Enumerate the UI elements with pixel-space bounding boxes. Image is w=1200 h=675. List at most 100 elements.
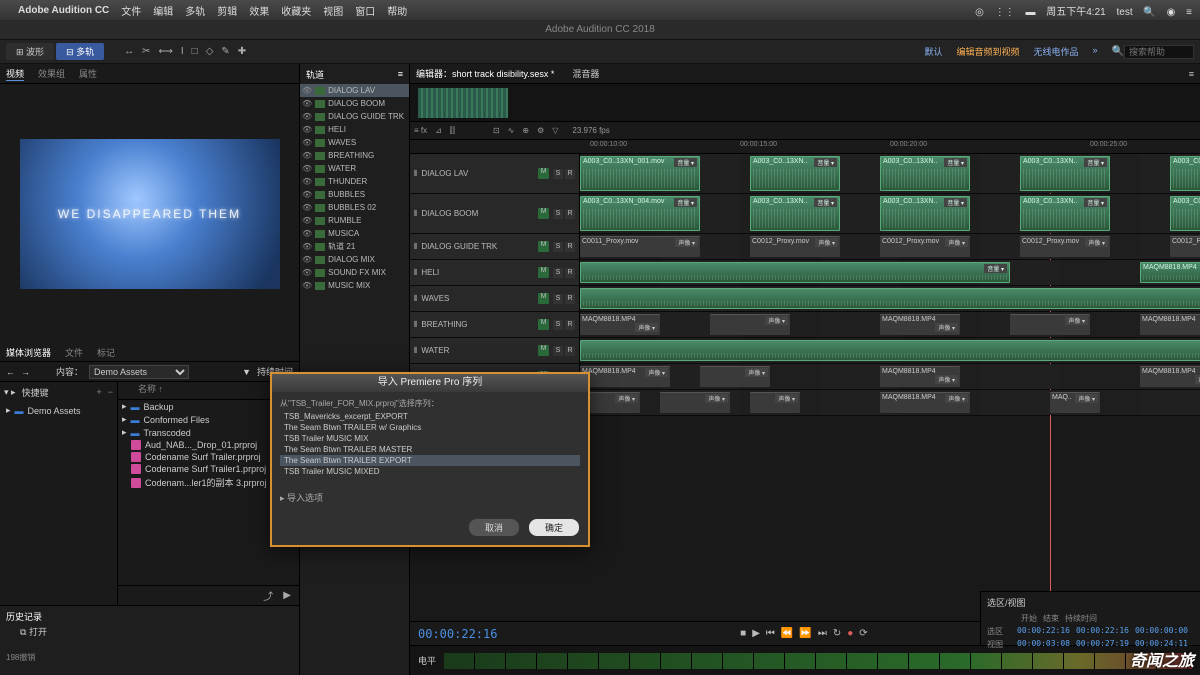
menu-edit[interactable]: 编辑 <box>153 3 173 18</box>
track-row[interactable]: 👁 HELI <box>300 123 409 136</box>
siri-icon[interactable]: ◉ <box>1167 7 1176 18</box>
tool-heal[interactable]: ✚ <box>238 46 246 57</box>
workspace-more[interactable]: » <box>1093 45 1098 58</box>
send-icon[interactable]: ⊿ <box>435 126 442 135</box>
eq-icon[interactable]: ⫿⫿ <box>450 126 455 136</box>
tool-time[interactable]: I <box>181 46 184 57</box>
track-header[interactable]: ⫴BREATHINGMSR <box>410 312 580 337</box>
clip[interactable]: C0012_Proxy.mov声像 ▾ <box>880 236 970 257</box>
track-row[interactable]: 👁 BREATHING <box>300 149 409 162</box>
rewind-button[interactable]: ⏪ <box>781 628 793 639</box>
link-icon[interactable]: ∿ <box>508 126 515 135</box>
track-lane[interactable]: A003_C0..13XN_004.mov音量 ▾ A003_C0..13XN..… <box>580 194 1200 233</box>
filter-icon[interactable]: ▼ <box>242 367 251 377</box>
track-header[interactable]: ⫴HELIMSR <box>410 260 580 285</box>
remove-shortcut-icon[interactable]: − <box>108 387 113 397</box>
clip[interactable]: MAQM8818.MP4声像 ▾ <box>880 392 970 413</box>
mixer-tab[interactable]: 混音器 <box>572 67 599 80</box>
track-lane[interactable]: A003_C0..13XN_001.mov音量 ▾ A003_C0..13XN..… <box>580 154 1200 193</box>
clip[interactable]: MAQ..声像 ▾ <box>1050 392 1100 413</box>
history-item[interactable]: ⧉ 打开 <box>6 623 293 640</box>
panel-menu-icon[interactable]: ≡ <box>1189 69 1194 79</box>
clip[interactable]: 声像 ▾ <box>710 314 790 335</box>
sequence-item[interactable]: The Seam Btwn TRAILER MASTER <box>280 444 580 455</box>
menu-favorites[interactable]: 收藏夹 <box>281 3 311 18</box>
tab-markers[interactable]: 标记 <box>97 346 115 359</box>
workspace-default[interactable]: 默认 <box>924 45 942 58</box>
track-row[interactable]: 👁 MUSICA <box>300 227 409 240</box>
menu-multitrack[interactable]: 多轨 <box>185 3 205 18</box>
clip[interactable]: 声像 ▾ <box>1010 314 1090 335</box>
track-row[interactable]: 👁 MUSIC MIX <box>300 279 409 292</box>
track-row[interactable]: 👁 DIALOG GUIDE TRK <box>300 110 409 123</box>
track-lane[interactable]: 音量 ▾ <box>580 286 1200 311</box>
tab-files[interactable]: 文件 <box>65 346 83 359</box>
cancel-button[interactable]: 取消 <box>468 518 520 537</box>
user[interactable]: test <box>1117 7 1133 18</box>
track-header[interactable]: ⫴DIALOG BOOMMSR <box>410 194 580 233</box>
fx-icon[interactable]: ≡ fx <box>414 126 427 135</box>
menu-effects[interactable]: 效果 <box>249 3 269 18</box>
content-select[interactable]: Demo Assets <box>89 365 189 379</box>
clip[interactable]: MAQM8818.MP4声像 ▾ <box>1140 314 1200 335</box>
cc-icon[interactable]: ◎ <box>975 7 984 18</box>
track-lane[interactable]: 音量 ▾ <box>580 338 1200 363</box>
clip[interactable]: MAQM8818.MP4声像 ▾ <box>1140 366 1200 387</box>
clip[interactable]: A003_C0..13XN..音量 ▾ <box>1170 156 1200 191</box>
nav-fwd[interactable]: → <box>21 367 30 377</box>
next-button[interactable]: ⏭ <box>818 628 827 639</box>
track-row[interactable]: 👁 SOUND FX MIX <box>300 266 409 279</box>
track-row[interactable]: 👁 THUNDER <box>300 175 409 188</box>
track-header[interactable]: ⫴WAVESMSR <box>410 286 580 311</box>
clip[interactable]: A003_C0..13XN..音量 ▾ <box>1170 196 1200 231</box>
snap-icon[interactable]: ⊡ <box>493 126 500 135</box>
menu-clip[interactable]: 剪辑 <box>217 3 237 18</box>
panel-tab-video[interactable]: 视频 <box>6 67 24 81</box>
menu-help[interactable]: 帮助 <box>387 3 407 18</box>
add-shortcut-icon[interactable]: + <box>96 387 101 397</box>
track-header[interactable]: ⫴DIALOG GUIDE TRKMSR <box>410 234 580 259</box>
panel-tab-fx[interactable]: 效果组 <box>38 67 65 80</box>
menu-window[interactable]: 窗口 <box>355 3 375 18</box>
track-header[interactable]: ⫴WATERMSR <box>410 338 580 363</box>
clip[interactable]: 音量 ▾ <box>580 340 1200 361</box>
time-ruler[interactable]: 00:00:10:00 00:00:15:00 00:00:20:00 00:0… <box>410 140 1200 154</box>
tracks-menu-icon[interactable]: ≡ <box>398 69 403 79</box>
clip[interactable]: A003_C0..13XN_001.mov音量 ▾ <box>580 156 700 191</box>
sequence-item[interactable]: TSB Trailer MUSIC MIX <box>280 433 580 444</box>
clip[interactable]: A003_C0..13XN..音量 ▾ <box>1020 156 1110 191</box>
menu-file[interactable]: 文件 <box>121 3 141 18</box>
clip[interactable]: A003_C0..13XN..音量 ▾ <box>1020 196 1110 231</box>
cog-icon[interactable]: ⚙ <box>537 126 544 135</box>
clip[interactable]: 声像 ▾ <box>700 366 770 387</box>
zoom-icon[interactable]: ⊕ <box>522 126 529 135</box>
track-row[interactable]: 👁 BUBBLES <box>300 188 409 201</box>
import-options[interactable]: ▸ 导入选项 <box>280 491 580 504</box>
history-tab[interactable]: 历史记录 <box>6 610 293 623</box>
play-button[interactable]: ▶ <box>752 628 760 639</box>
flag-icon[interactable]: ▬ <box>1025 7 1035 18</box>
workspace-wireless[interactable]: 无线电作品 <box>1034 45 1079 58</box>
sequence-item[interactable]: TSB Trailer MUSIC MIXED <box>280 466 580 477</box>
track-lane[interactable]: MAQM8818.MP4声像 ▾声像 ▾MAQM8818.MP4声像 ▾声像 ▾… <box>580 312 1200 337</box>
ok-button[interactable]: 确定 <box>528 518 580 537</box>
tool-move[interactable]: ↔ <box>124 46 134 57</box>
skip-button[interactable]: ⟳ <box>859 628 867 639</box>
track-row[interactable]: 👁 RUMBLE <box>300 214 409 227</box>
track-row[interactable]: 👁 WATER <box>300 162 409 175</box>
track-lane[interactable]: 音量 ▾MAQM8818.MP4音量 ▾ <box>580 260 1200 285</box>
clip[interactable]: A003_C0..13XN_004.mov音量 ▾ <box>580 196 700 231</box>
clip[interactable]: C0012_Proxy.mov声像 ▾ <box>1020 236 1110 257</box>
tool-slip[interactable]: ⟷ <box>159 46 173 57</box>
clip[interactable]: MAQM8818.MP4音量 ▾ <box>1140 262 1200 283</box>
wifi-icon[interactable]: ⋮⋮ <box>995 7 1015 18</box>
clip[interactable]: 音量 ▾ <box>580 288 1200 309</box>
clip[interactable]: A003_C0..13XN..音量 ▾ <box>750 156 840 191</box>
clip[interactable]: C0011_Proxy.mov声像 ▾ <box>580 236 700 257</box>
marker-icon[interactable]: ▽ <box>552 126 558 135</box>
tab-waveform[interactable]: ⊞ 波形 <box>6 43 54 60</box>
tool-brush[interactable]: ✎ <box>221 46 229 57</box>
track-row[interactable]: 👁 DIALOG BOOM <box>300 97 409 110</box>
sequence-item[interactable]: The Seam Btwn TRAILER w/ Graphics <box>280 422 580 433</box>
nav-back[interactable]: ← <box>6 367 15 377</box>
